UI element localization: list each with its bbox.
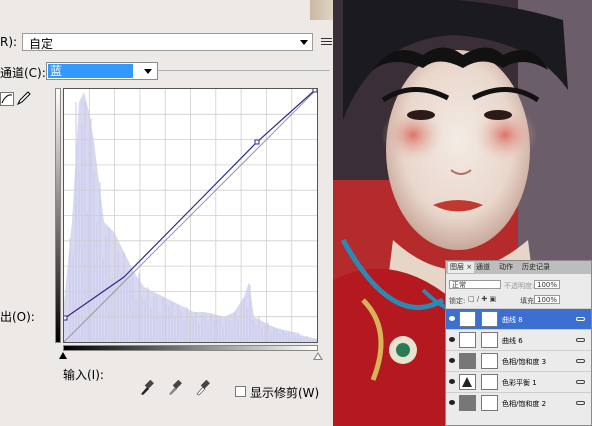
layer-name: 色相/饱和度 3 [502, 358, 547, 366]
background-photo-edge [310, 0, 333, 20]
lock-icons[interactable]: □ ∕ ✚ ▣ [468, 295, 496, 303]
link-icon [576, 380, 585, 384]
lock-row: 锁定: □ ∕ ✚ ▣ 填充: 100% [446, 293, 591, 307]
layer-name: 曲线 8 [502, 316, 523, 324]
hue-saturation-adjustment-icon [459, 395, 476, 411]
curves-graph[interactable] [63, 88, 318, 343]
layer-row[interactable]: 色彩平衡 1 [446, 371, 591, 392]
layer-mask-thumbnail[interactable] [481, 395, 498, 411]
opacity-label: 不透明度: [504, 282, 535, 290]
tab-channels[interactable]: 通道 [474, 262, 492, 273]
blend-mode-select[interactable]: 正常 [449, 280, 501, 289]
panel-tabs: 图层 × 通道 动作 历史记录 [446, 261, 591, 274]
eye-icon[interactable] [449, 316, 455, 321]
show-clipping-checkbox[interactable] [235, 386, 246, 397]
output-gradient-bar [55, 88, 61, 343]
chevron-down-icon [300, 40, 308, 45]
layer-mask-thumbnail[interactable] [481, 353, 498, 369]
opacity-field[interactable]: 100% [534, 280, 560, 289]
curve-icon [1, 94, 13, 104]
layer-mask-thumbnail[interactable] [481, 374, 498, 390]
layer-row[interactable]: 曲线 6 [446, 329, 591, 350]
curves-adjustment-icon [459, 332, 476, 348]
preset-dropdown[interactable]: 自定 [22, 33, 313, 51]
curves-canvas [64, 89, 317, 342]
color-balance-adjustment-icon [459, 374, 476, 390]
channel-value: 蓝 [48, 64, 133, 78]
curve-point-tool-button[interactable] [0, 92, 14, 106]
link-icon [576, 401, 585, 405]
tab-actions[interactable]: 动作 [497, 262, 515, 273]
input-gradient-bar [63, 345, 318, 351]
hue-saturation-adjustment-icon [459, 353, 476, 369]
layer-row[interactable]: 曲线 8 [446, 308, 591, 329]
white-point-slider[interactable] [313, 352, 323, 360]
channel-label: 通道(C): [0, 66, 46, 80]
eye-icon[interactable] [449, 400, 455, 405]
preset-options-icon[interactable] [321, 36, 332, 47]
input-label: 输入(I): [63, 368, 104, 382]
layer-row[interactable]: 色相/饱和度 2 [446, 392, 591, 413]
pencil-icon[interactable] [16, 90, 32, 106]
black-point-slider[interactable] [59, 352, 67, 359]
layer-name: 曲线 6 [502, 337, 523, 345]
preset-label: R): [0, 35, 18, 49]
layers-panel: 图层 × 通道 动作 历史记录 正常 不透明度: 100% 锁定: □ ∕ ✚ … [445, 260, 592, 426]
eye-icon[interactable] [449, 337, 455, 342]
gray-eyedropper-icon[interactable] [166, 378, 182, 396]
curve-point[interactable] [312, 89, 317, 93]
eye-icon[interactable] [449, 379, 455, 384]
blend-row: 正常 不透明度: 100% [446, 278, 591, 292]
layer-mask-thumbnail[interactable] [481, 332, 498, 348]
group-divider [158, 70, 330, 71]
chevron-down-icon [144, 69, 152, 74]
layer-name: 色彩平衡 1 [502, 379, 537, 387]
curves-adjustment-icon [459, 311, 476, 327]
white-eyedropper-icon[interactable] [194, 378, 210, 396]
black-eyedropper-icon[interactable] [138, 378, 154, 396]
curve-point[interactable] [254, 139, 260, 145]
lock-label: 锁定: [449, 297, 466, 305]
curves-dialog: R): 自定 通道(C): 蓝 出(O): 输入(I): 显示修剪(W) [0, 0, 333, 426]
tab-history[interactable]: 历史记录 [520, 262, 552, 273]
layer-name: 色相/饱和度 2 [502, 400, 547, 408]
tab-layers[interactable]: 图层 × [448, 262, 475, 273]
eye-icon[interactable] [449, 358, 455, 363]
output-label: 出(O): [0, 310, 35, 324]
curve-point[interactable] [64, 315, 68, 321]
layer-row[interactable]: 色相/饱和度 3 [446, 350, 591, 371]
link-icon [576, 317, 585, 321]
link-icon [576, 338, 585, 342]
fill-field[interactable]: 100% [534, 295, 560, 304]
show-clipping-label: 显示修剪(W) [250, 386, 320, 400]
channel-dropdown[interactable]: 蓝 [46, 62, 158, 80]
preset-value: 自定 [29, 37, 54, 51]
link-icon [576, 359, 585, 363]
layer-mask-thumbnail[interactable] [481, 311, 498, 327]
